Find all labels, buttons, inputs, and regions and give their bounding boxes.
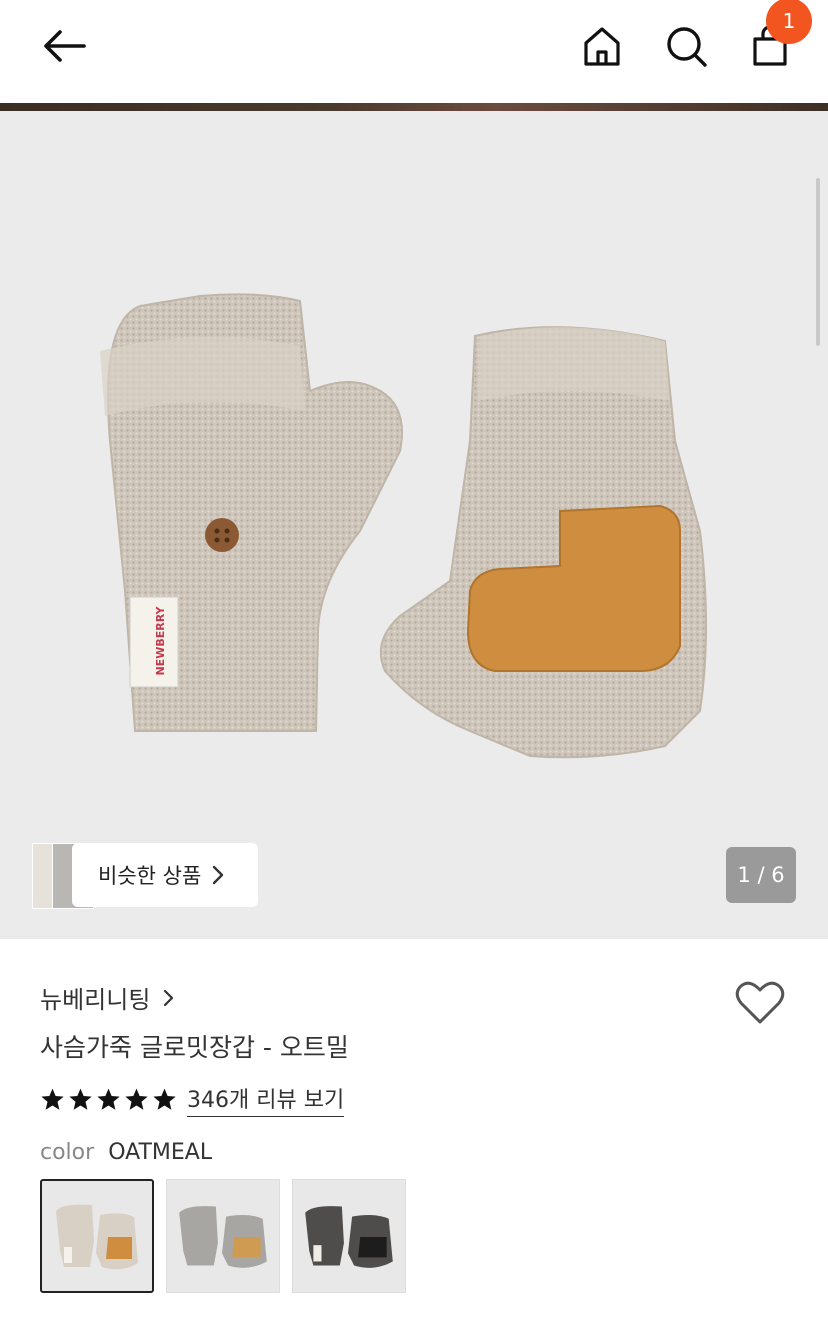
similar-products-label: 비슷한 상품 — [98, 864, 202, 888]
similar-card: 비슷한 상품 — [72, 843, 258, 907]
swatch-charcoal[interactable] — [292, 1179, 406, 1293]
brand-link[interactable]: 뉴베리니팅 — [40, 980, 174, 1015]
swatch-gray-image — [179, 1206, 267, 1268]
brand-name: 뉴베리니팅 — [40, 986, 151, 1014]
back-button[interactable] — [40, 22, 88, 70]
svg-text:NEWBERRY: NEWBERRY — [154, 605, 167, 675]
product-image[interactable]: NEWBERRY — [0, 111, 828, 939]
product-name: 사슴가죽 글로밋장갑 - 오트밀 — [40, 1033, 349, 1062]
color-row: color OATMEAL — [40, 1140, 212, 1165]
header-image-strip — [0, 103, 828, 111]
star-icon — [69, 1088, 92, 1110]
color-swatches — [40, 1179, 406, 1293]
similar-products-button[interactable]: 비슷한 상품 — [32, 843, 258, 909]
swatch-charcoal-image — [305, 1206, 393, 1268]
rating-row: 346개 리뷰 보기 — [40, 1082, 345, 1117]
home-icon — [584, 27, 620, 66]
home-button[interactable] — [578, 22, 626, 70]
color-value: OATMEAL — [108, 1140, 213, 1165]
reviews-link[interactable]: 346개 리뷰 보기 — [187, 1082, 345, 1117]
star-icon — [125, 1088, 148, 1110]
swatch-gray[interactable] — [166, 1179, 280, 1293]
arrow-left-icon — [44, 30, 86, 62]
heart-icon — [735, 981, 785, 1024]
swatch-oatmeal[interactable] — [40, 1179, 154, 1293]
chevron-right-icon — [164, 989, 174, 1006]
star-icon — [153, 1088, 176, 1110]
cart-count-badge: 1 — [766, 0, 812, 44]
search-icon — [667, 27, 707, 67]
star-rating — [40, 1087, 177, 1112]
gloves-image: NEWBERRY — [100, 293, 707, 759]
star-icon — [97, 1088, 120, 1110]
top-bar: 1 — [0, 0, 828, 103]
star-icon — [41, 1088, 64, 1110]
search-button[interactable] — [662, 22, 710, 70]
chevron-right-icon — [213, 865, 224, 885]
wishlist-button[interactable] — [734, 980, 786, 1030]
image-scrollbar[interactable] — [816, 178, 820, 346]
color-label: color — [40, 1140, 95, 1165]
swatch-oatmeal-image — [56, 1204, 138, 1270]
image-counter: 1 / 6 — [726, 847, 796, 903]
